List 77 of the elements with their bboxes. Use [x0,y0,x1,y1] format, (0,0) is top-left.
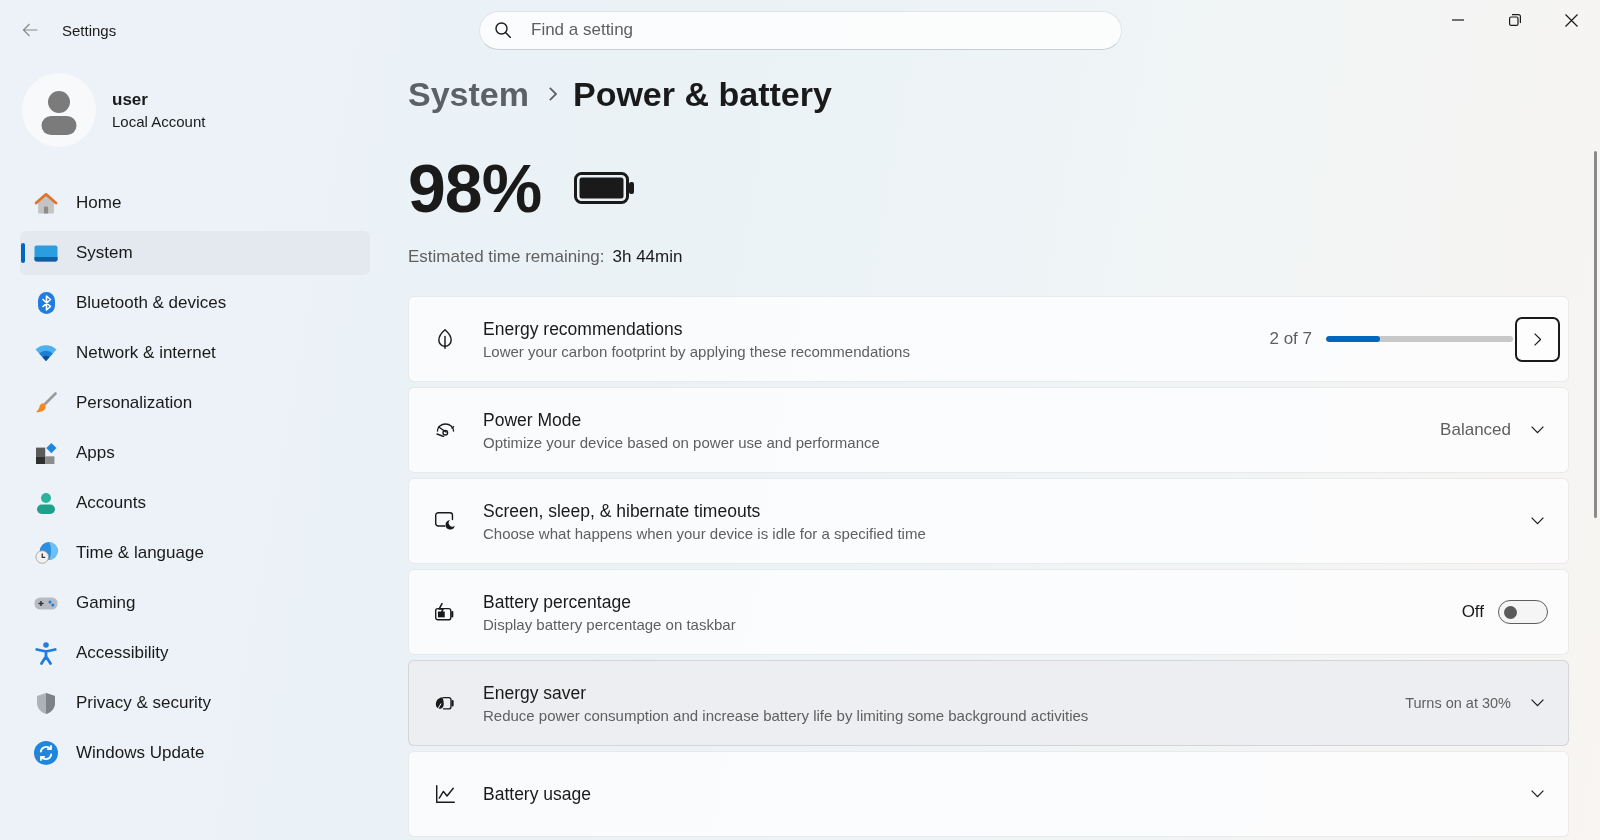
card-description: Reduce power consumption and increase battery life by limiting some background activities [483,706,1090,724]
card-description: Display battery percentage on taskbar [483,615,737,633]
nav-item[interactable]: System [20,231,370,275]
selection-indicator [21,243,25,263]
card-title: Battery percentage [483,591,632,613]
nav-item[interactable]: Accessibility [20,631,370,675]
monitor-icon [34,244,58,262]
nav-item[interactable]: Home [20,181,370,225]
nav-item[interactable]: Gaming [20,581,370,625]
nav-item[interactable]: Apps [20,431,370,475]
scrollbar-thumb[interactable] [1594,151,1597,518]
chevron-right-icon [1533,332,1542,346]
card-title: Screen, sleep, & hibernate timeouts [483,500,762,522]
apps-icon [35,442,57,464]
restore-icon [1508,14,1521,26]
search-field[interactable]: Find a setting [479,10,1122,50]
settings-card[interactable]: Energy saver Reduce power consumption and increase battery life by limiting some background activities Turns on at 30% [408,660,1569,746]
card-title: Energy recommendations [483,318,684,340]
dropdown-value: Balanced [1440,420,1511,440]
chevron-down-icon [1531,426,1544,434]
battery-percentage: 98% [408,154,542,222]
chevron-down-icon [1531,699,1544,707]
battery-leaf-icon [435,696,455,710]
estimate-value: 3h 44min [612,247,683,267]
nav-item[interactable]: Windows Update [20,731,370,775]
window-title: Settings [62,21,117,39]
nav-item[interactable]: Privacy & security [20,681,370,725]
settings-card[interactable]: Battery usage [408,751,1569,837]
wifi-icon [35,345,57,361]
card-description: Choose what happens when your device is idle for a specified time [483,524,927,542]
close-icon [1565,13,1578,27]
setting-value: Turns on at 30% [1405,695,1511,711]
chevron-down-icon [1531,517,1544,525]
house-icon [34,192,58,214]
nav-item[interactable]: Time & language [20,531,370,575]
settings-card[interactable]: Battery percentage Display battery percentage on taskbar Off [408,569,1569,655]
bluetooth-icon [37,292,55,314]
settings-card[interactable]: Power Mode Optimize your device based on power use and performance Balanced [408,387,1569,473]
gauge-icon [435,423,455,437]
settings-card[interactable]: Energy recommendations Lower your carbon footprint by applying these recommendations 2 of 7 [408,296,1569,382]
game-controller-icon [34,596,58,610]
screen-moon-icon [435,512,455,530]
nav-item[interactable]: Accounts [20,481,370,525]
settings-card[interactable]: Screen, sleep, & hibernate timeouts Choose what happens when your device is idle for a specified time [408,478,1569,564]
card-description: Lower your carbon footprint by applying these recommendations [483,342,911,360]
estimate-label: Estimated time remaining: [408,247,605,267]
sync-icon [34,741,58,765]
back-arrow-icon [22,23,38,37]
shield-icon [37,692,55,714]
nav-item[interactable]: Personalization [20,381,370,425]
account-type: Local Account [112,113,206,130]
minimize-icon [1451,19,1464,21]
card-title: Battery usage [483,783,592,805]
leaf-icon [438,329,452,349]
battery-icon [574,172,635,204]
globe-clock-icon [34,542,58,564]
search-icon [495,22,511,38]
card-title: Energy saver [483,682,588,704]
open-button[interactable] [1515,316,1560,362]
battery-bolt-icon [435,603,455,621]
toggle-state-label: Off [1461,602,1484,622]
progress-count: 2 of 7 [1269,329,1312,349]
breadcrumb-link[interactable]: System [408,74,529,114]
accessibility-icon [35,641,57,665]
person-icon [37,492,55,514]
card-title: Power Mode [483,409,583,431]
back-button[interactable] [22,23,38,37]
toggle-switch[interactable] [1498,600,1548,624]
page-title: Power & battery [572,74,832,114]
line-chart-icon [435,784,455,804]
chevron-down-icon [1531,790,1544,798]
nav-item[interactable]: Network & internet [20,331,370,375]
account-name: user [112,90,149,110]
nav-item[interactable]: Bluetooth & devices [20,281,370,325]
chevron-right-icon [548,87,557,101]
card-description: Optimize your device based on power use and performance [483,433,881,451]
paintbrush-icon [35,392,57,414]
